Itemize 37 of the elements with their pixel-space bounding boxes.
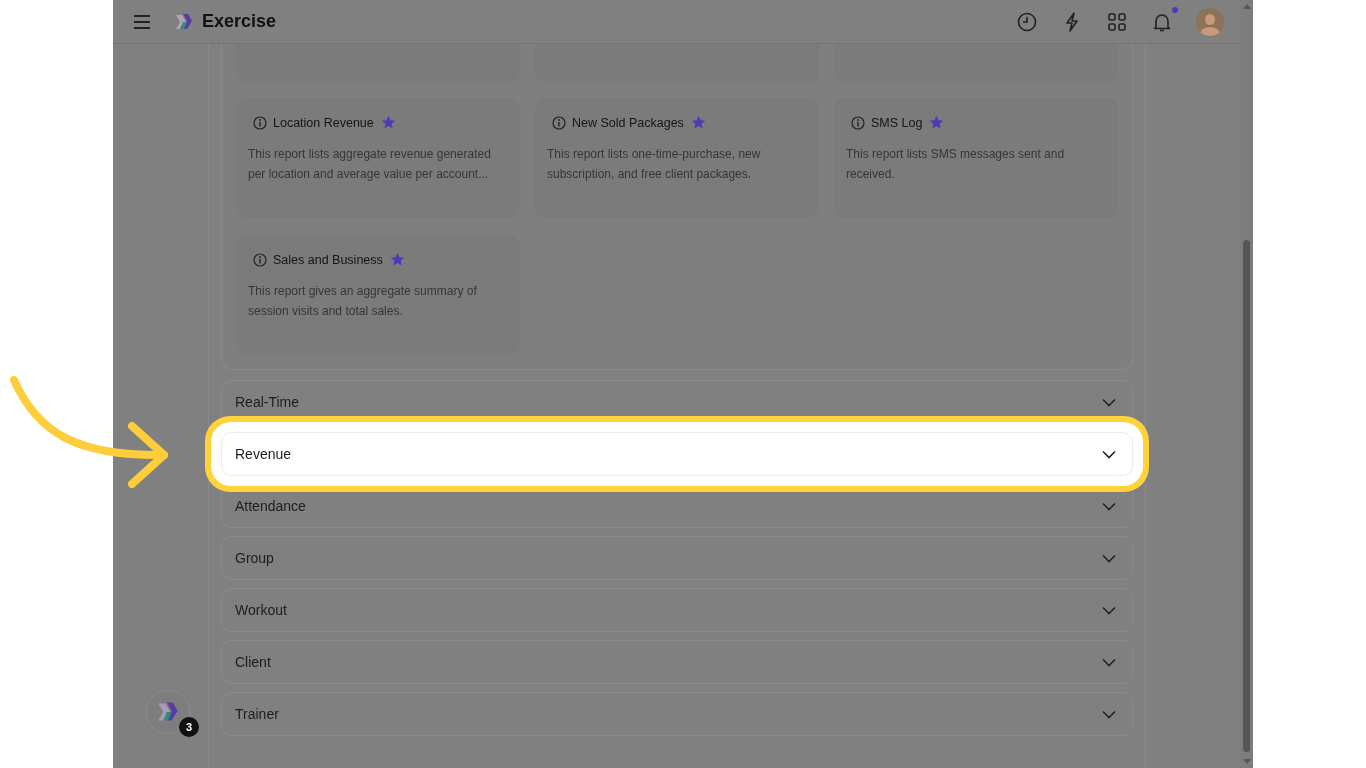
info-icon xyxy=(552,115,566,130)
report-description: This report lists aggregate revenue generated per location and average value per account... xyxy=(248,146,492,183)
section-header[interactable]: Workout xyxy=(221,588,1133,632)
report-description: This report lists SMS messages sent and received. xyxy=(846,146,1066,183)
section-header[interactable]: Group xyxy=(221,536,1133,580)
chevron-icon xyxy=(1102,449,1116,459)
star-icon[interactable] xyxy=(389,252,405,267)
report-title: Sales and Business xyxy=(273,252,383,267)
clock-icon[interactable] xyxy=(1016,10,1038,33)
report-title: New Sold Packages xyxy=(572,115,684,130)
report-description: This report lists one-time-purchase, new subscription, and free client packages. xyxy=(547,146,762,183)
menu-icon[interactable] xyxy=(134,14,150,29)
logo-icon xyxy=(174,11,194,32)
info-icon xyxy=(253,252,267,267)
report-card[interactable]: Location Revenue This report lists aggregate revenue generated per location and average value per account... xyxy=(236,98,520,218)
report-title: Location Revenue xyxy=(273,115,374,130)
chevron-icon xyxy=(1102,553,1116,563)
chevron-icon xyxy=(1102,605,1116,615)
report-title: SMS Log xyxy=(871,115,923,130)
star-icon[interactable] xyxy=(380,115,396,130)
section-header[interactable]: Trainer xyxy=(221,692,1133,736)
info-icon xyxy=(851,115,865,130)
report-card[interactable]: SMS Log This report lists SMS messages sent and received. xyxy=(834,98,1118,218)
star-icon[interactable] xyxy=(929,115,945,130)
star-icon[interactable] xyxy=(690,115,706,130)
report-card[interactable]: Sales and Business This report gives an aggregate summary of session visits and total sales. xyxy=(236,235,520,355)
chevron-icon xyxy=(1102,501,1116,511)
chevron-icon xyxy=(1102,657,1116,667)
user-avatar[interactable] xyxy=(1196,7,1224,36)
grid-icon[interactable] xyxy=(1106,10,1128,33)
report-card[interactable]: New Sold Packages This report lists one-time-purchase, new subscription, and free client packages. xyxy=(535,98,819,218)
app-title: Exercise xyxy=(202,11,277,32)
section-header[interactable]: Client xyxy=(221,640,1133,684)
chevron-icon xyxy=(1102,397,1116,407)
chevron-icon xyxy=(1102,709,1116,719)
info-icon xyxy=(253,115,267,130)
report-description: This report gives an aggregate summary of session visits and total sales. xyxy=(248,283,478,320)
